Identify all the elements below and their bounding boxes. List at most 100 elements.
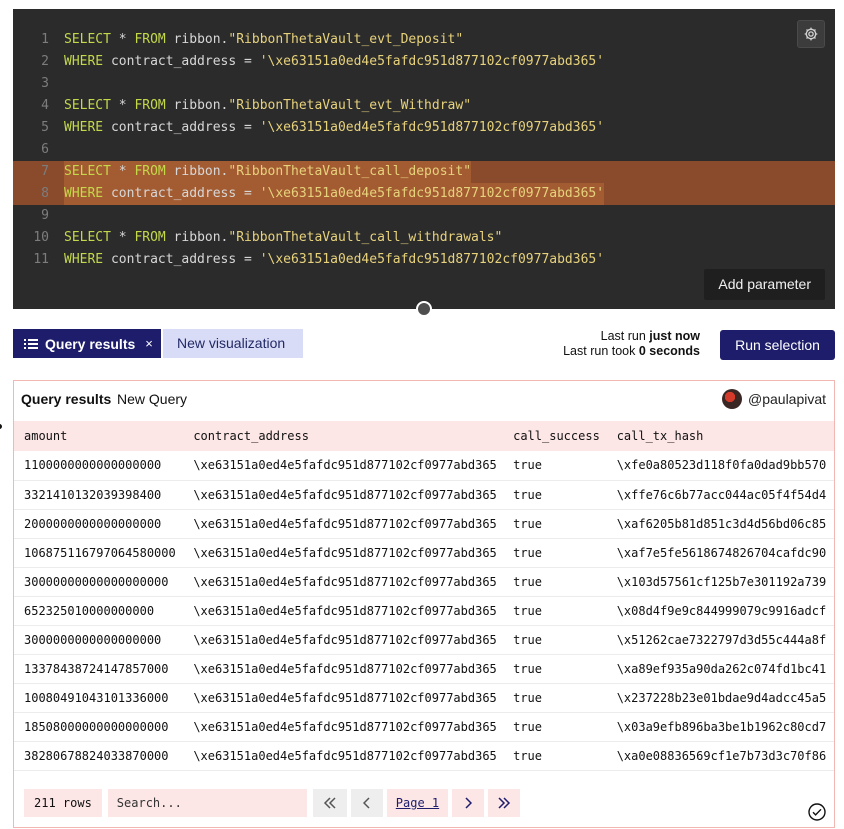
table-row[interactable]: 106875116797064580000 \xe63151a0ed4e5fafd… [14,538,834,568]
line-number: 7 [41,164,49,179]
table-row[interactable]: 2000000000000000000 \xe63151a0ed4e5fafdc9… [14,509,834,539]
table-cell: \x237228b23e01bdae9d4adcc45a5 [606,683,834,713]
results-panel: Query results New Query @paulapivat amou… [13,380,835,828]
table-row[interactable]: 18508000000000000000 \xe63151a0ed4e5fafdc… [14,712,834,742]
check-circle-icon [808,803,826,821]
code-token: contract_address = [103,120,260,135]
table-row[interactable]: 30000000000000000000 \xe63151a0ed4e5fafdc… [14,567,834,597]
table-row[interactable]: 10080491043101336000 \xe63151a0ed4e5fafdc… [14,683,834,713]
code-text: WHERE contract_address = '\xe63151a0ed4e… [64,51,604,73]
user-handle[interactable]: @paulapivat [748,391,826,407]
table-cell: \x103d57561cf125b7e301192a739 [606,567,834,597]
code-line[interactable]: 4 SELECT * FROM ribbon."RibbonThetaVault_… [13,95,835,117]
table-row[interactable]: 3000000000000000000 \xe63151a0ed4e5fafdc9… [14,625,834,655]
tab-query-results[interactable]: Query results × [13,329,161,358]
code-token: * [110,98,135,113]
row-count: 211 rows [24,789,102,817]
code-line[interactable]: 3 [13,73,835,95]
table-cell: 2000000000000000000 [14,509,184,539]
code-token: "RibbonThetaVault_evt_Withdraw" [228,98,472,113]
line-number: 1 [41,32,49,47]
line-number: 11 [33,252,49,267]
code-line[interactable]: 1 SELECT * FROM ribbon."RibbonThetaVault_… [13,29,835,51]
last-took-value: 0 seconds [638,344,700,358]
last-page-button[interactable] [488,789,521,817]
code-token: ribbon. [165,230,229,245]
table-row[interactable]: 652325010000000000 \xe63151a0ed4e5fafdc95… [14,596,834,626]
table-cell: \xfe0a80523d118f0fa0dad9bb570 [606,451,834,481]
line-number: 10 [33,230,49,245]
page-indicator[interactable]: Page 1 [386,789,449,817]
table-cell: 1100000000000000000 [14,451,184,481]
table-row[interactable]: 38280678824033870000 \xe63151a0ed4e5fafdc… [14,741,834,771]
column-header[interactable]: amount [14,421,184,451]
edge-marker [0,424,2,429]
table-cell: \xe63151a0ed4e5fafdc951d877102cf0977abd3… [183,509,504,539]
table-body: 1100000000000000000 \xe63151a0ed4e5fafdc9… [14,451,834,771]
table-cell: true [503,683,607,713]
code-text: WHERE contract_address = '\xe63151a0ed4e… [64,117,604,139]
table-row[interactable]: 3321410132039398400 \xe63151a0ed4e5fafdc9… [14,480,834,510]
table-cell: 3321410132039398400 [14,480,184,510]
close-icon[interactable]: × [145,336,153,351]
avatar[interactable] [722,389,742,409]
results-title: Query results [21,391,112,407]
search-input[interactable] [107,789,307,817]
table-cell: \xe63151a0ed4e5fafdc951d877102cf0977abd3… [183,712,504,742]
table-footer: 211 rows Page 1 [24,789,521,817]
line-number: 8 [41,186,49,201]
table-cell: \xe63151a0ed4e5fafdc951d877102cf0977abd3… [183,741,504,771]
code-line[interactable]: 8 WHERE contract_address = '\xe63151a0ed4… [13,183,835,205]
table-row[interactable]: 1100000000000000000 \xe63151a0ed4e5fafdc9… [14,451,834,481]
code-line[interactable]: 9 [13,205,835,227]
code-area[interactable]: 1 SELECT * FROM ribbon."RibbonThetaVault_… [13,29,835,271]
code-text: WHERE contract_address = '\xe63151a0ed4e… [64,249,604,271]
double-chevron-left-icon [323,797,336,809]
table-cell: true [503,451,607,481]
code-token: contract_address = [103,186,260,201]
tab-new-visualization[interactable]: New visualization [163,329,303,358]
line-number: 9 [41,208,49,223]
code-token: * [110,32,135,47]
code-line[interactable]: 7 SELECT * FROM ribbon."RibbonThetaVault_… [13,161,835,183]
code-token: FROM [134,32,166,47]
prev-page-button[interactable] [350,789,383,817]
run-selection-button[interactable]: Run selection [720,330,835,360]
table-cell: true [503,712,607,742]
column-header[interactable]: call_tx_hash [606,421,834,451]
table-cell: \xe63151a0ed4e5fafdc951d877102cf0977abd3… [183,596,504,626]
table-cell: \xe63151a0ed4e5fafdc951d877102cf0977abd3… [183,451,504,481]
table-cell: \xaf7e5fe5618674826704cafdc90 [606,538,834,568]
code-text: SELECT * FROM ribbon."RibbonThetaVault_c… [64,161,472,183]
last-run-label: Last run [600,329,646,343]
table-cell: \xe63151a0ed4e5fafdc951d877102cf0977abd3… [183,567,504,597]
next-page-button[interactable] [452,789,485,817]
code-token: * [110,230,135,245]
code-token: WHERE [64,54,104,69]
code-line[interactable]: 5 WHERE contract_address = '\xe63151a0ed4… [13,117,835,139]
table-cell: 38280678824033870000 [14,741,184,771]
code-line[interactable]: 2 WHERE contract_address = '\xe63151a0ed4… [13,51,835,73]
add-parameter-button[interactable]: Add parameter [704,269,825,300]
code-token: ribbon. [165,32,229,47]
code-token: SELECT [64,164,111,179]
editor-resize-handle[interactable] [416,301,432,317]
code-line[interactable]: 6 [13,139,835,161]
column-header[interactable]: contract_address [183,421,504,451]
code-token: SELECT [64,32,111,47]
table-header-row: amount contract_address call_success call_t… [14,421,834,451]
query-name[interactable]: New Query [117,391,187,407]
chevron-right-icon [465,797,473,809]
table-cell: true [503,509,607,539]
code-token: '\xe63151a0ed4e5fafdc951d877102cf0977abd… [259,54,605,69]
code-token: ribbon. [165,98,229,113]
table-row[interactable]: 13378438724147857000 \xe63151a0ed4e5fafdc… [14,654,834,684]
code-line[interactable]: 10 SELECT * FROM ribbon."RibbonThetaVault… [13,227,835,249]
sql-editor[interactable]: 1 SELECT * FROM ribbon."RibbonThetaVault_… [13,9,835,309]
code-line[interactable]: 11 WHERE contract_address = '\xe63151a0ed… [13,249,835,271]
first-page-button[interactable] [312,789,347,817]
code-text: SELECT * FROM ribbon."RibbonThetaVault_e… [64,29,463,51]
column-header[interactable]: call_success [503,421,607,451]
code-token: '\xe63151a0ed4e5fafdc951d877102cf0977abd… [259,252,605,267]
line-number: 3 [41,76,49,91]
